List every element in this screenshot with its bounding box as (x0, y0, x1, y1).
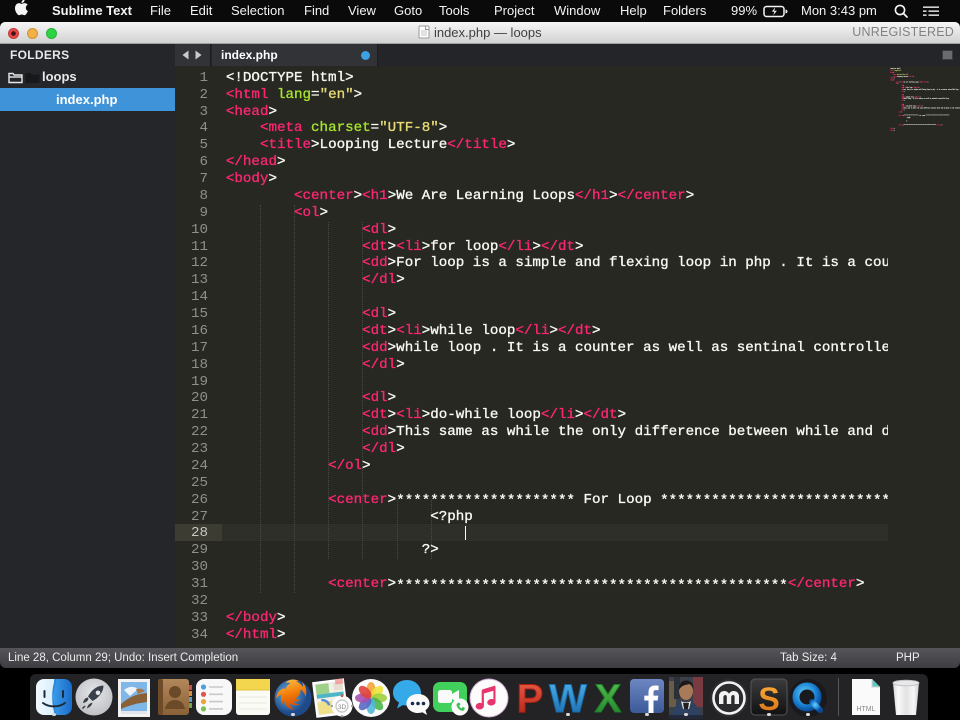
svg-text:X: X (595, 677, 622, 719)
svg-text:3D: 3D (338, 704, 347, 711)
svg-text:S: S (758, 681, 779, 717)
svg-text:P: P (517, 677, 544, 719)
svg-text:HTML: HTML (856, 706, 875, 713)
